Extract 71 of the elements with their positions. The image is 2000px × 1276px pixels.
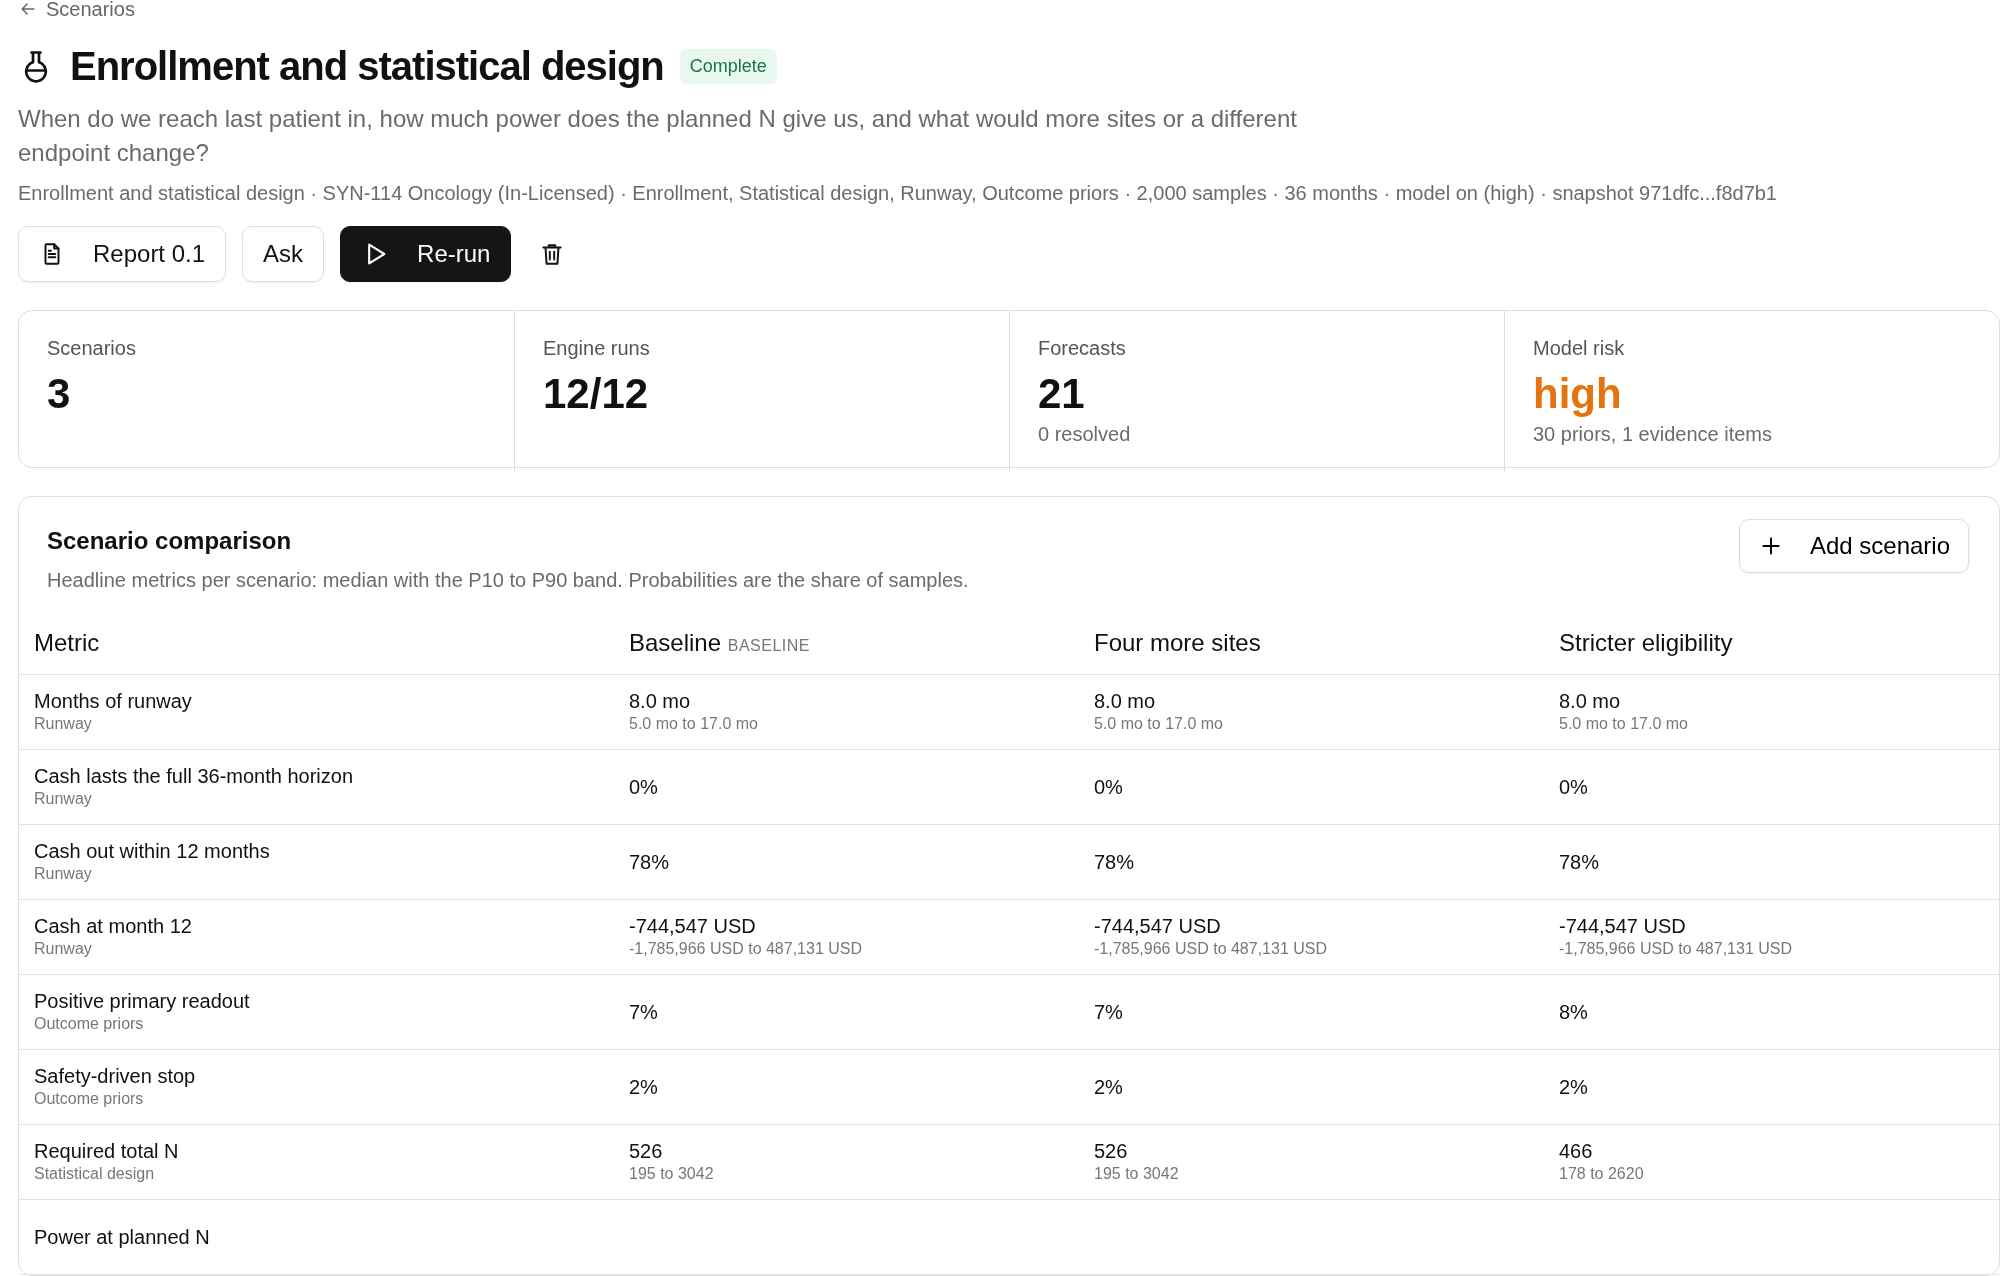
table-cell-text: 8% [1559, 1000, 1589, 1024]
stat-note: 0 resolved [1038, 422, 1132, 448]
column-header: Metric [34, 628, 100, 656]
metadata-line: Enrollment and statistical design · SYN-114 Oncology (In-Licensed) · Enrollment, Statistical design, Runway, Outcome priors · 2,000 samples · 36 months · model on (high) · snapshot 971dfc...f8d7b1 [18, 181, 1778, 206]
stat-value: high [1533, 369, 1623, 419]
ask-button[interactable]: Ask [242, 226, 325, 282]
column-header: Stricter eligibility [1559, 628, 1733, 656]
metric-name: Safety-driven stop [34, 1064, 197, 1088]
baseline-tag: BASELINE [727, 636, 810, 654]
table-cell-text: 8.0 mo [1559, 689, 1622, 713]
table-cell-text: 7% [629, 1000, 659, 1024]
stat-label: Forecasts [1038, 336, 1127, 361]
table-cell-text: 526 [1094, 1139, 1129, 1163]
section-title: Scenario comparison [47, 526, 293, 556]
metric-name: Months of runway [34, 689, 193, 713]
range-label: 178 to 2620 [1559, 1164, 1645, 1184]
description: When do we reach last patient in, how much power does the planned N give us, and what would more sites or a different endpoint change? [18, 104, 1298, 168]
range-label: -1,785,966 USD to 487,131 USD [1559, 939, 1794, 959]
range-label: 5.0 mo to 17.0 mo [629, 714, 759, 734]
table-cell-text: 8.0 mo [1094, 689, 1157, 713]
table-cell-text: 2% [629, 1075, 659, 1099]
table-cell-text: 0% [629, 775, 659, 799]
column-header: Four more sites [1094, 628, 1261, 656]
stat-note: 30 priors, 1 evidence items [1533, 422, 1773, 448]
stat-label: Engine runs [543, 336, 651, 361]
table-cell-text: 2% [1559, 1075, 1589, 1099]
table-cell-text: 7% [1094, 1000, 1124, 1024]
rerun-button[interactable]: Re-run [340, 226, 512, 282]
section-subtitle: Headline metrics per scenario: median with the P10 to P90 band. Probabilities are the share of samples. [47, 568, 969, 593]
table-cell-text: 0% [1094, 775, 1124, 799]
range-label: 195 to 3042 [629, 1164, 715, 1184]
range-label: 5.0 mo to 17.0 mo [1559, 714, 1689, 734]
metric-group: Outcome priors [34, 1088, 629, 1110]
metric-group: Runway [34, 713, 629, 735]
range-label: 5.0 mo to 17.0 mo [1094, 714, 1224, 734]
stat-value: 12/12 [543, 369, 650, 419]
metric-group: Runway [34, 863, 629, 885]
table-cell-text: -744,547 USD [1559, 914, 1687, 938]
metric-group: Statistical design [34, 1163, 629, 1185]
table-cell-text: 78% [629, 850, 671, 874]
metric-name: Required total N [34, 1139, 180, 1163]
metric-group: Outcome priors [34, 1013, 629, 1035]
table-cell-text: -744,547 USD [629, 914, 757, 938]
range-label: 195 to 3042 [1094, 1164, 1180, 1184]
metric-name: Cash lasts the full 36-month horizon [34, 764, 355, 788]
metric-name: Cash at month 12 [34, 914, 193, 938]
report-button[interactable]: Report 0.1 [18, 226, 227, 282]
table-cell-text: 2% [1094, 1075, 1124, 1099]
range-label: -1,785,966 USD to 487,131 USD [1094, 939, 1329, 959]
table-cell-text: 78% [1559, 850, 1601, 874]
stat-value: 3 [47, 369, 72, 419]
range-label: -1,785,966 USD to 487,131 USD [629, 939, 864, 959]
metric-group: Runway [34, 938, 629, 960]
stat-label: Scenarios [47, 336, 137, 361]
page-title: Enrollment and statistical design [70, 43, 664, 90]
stat-value: 21 [1038, 369, 1086, 419]
table-cell-text: 8.0 mo [629, 689, 692, 713]
metric-name: Power at planned N [34, 1225, 211, 1249]
metric-group: Runway [34, 788, 629, 810]
stat-label: Model risk [1533, 336, 1626, 361]
back-link[interactable]: Scenarios [18, 0, 135, 20]
table-cell-text: 466 [1559, 1139, 1594, 1163]
add-scenario-button[interactable]: Add scenario [1738, 519, 1969, 573]
table-cell-text: 0% [1559, 775, 1589, 799]
column-header: Baseline [629, 628, 722, 656]
table-cell-text: 526 [629, 1139, 664, 1163]
table-cell-text: 78% [1094, 850, 1136, 874]
table-cell-text: -744,547 USD [1094, 914, 1222, 938]
status-badge: Complete [679, 48, 777, 84]
metric-name: Positive primary readout [34, 989, 251, 1013]
metric-name: Cash out within 12 months [34, 839, 271, 863]
